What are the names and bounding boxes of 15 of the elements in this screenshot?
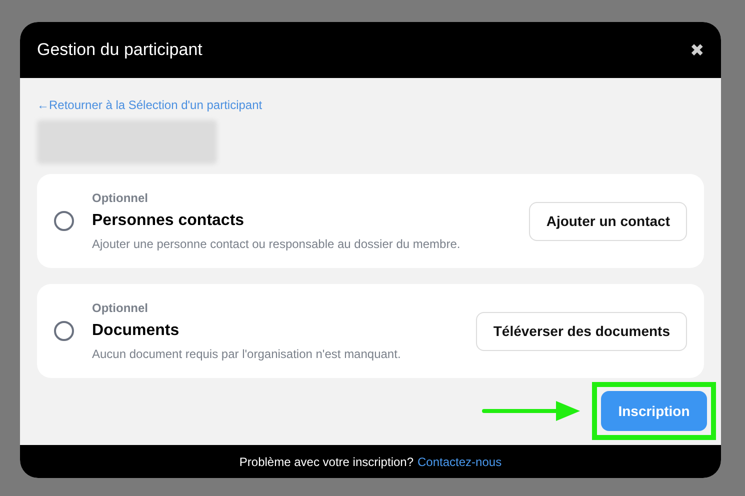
radio-button[interactable] — [54, 321, 74, 341]
task-description: Aucun document requis par l'organisation n'est manquant. — [92, 346, 402, 363]
dialog-title: Gestion du participant — [37, 39, 202, 62]
footer-text: Problème avec votre inscription? — [239, 454, 414, 470]
contact-link[interactable]: Contactez-nous — [418, 452, 502, 470]
arrow-icon — [482, 400, 582, 422]
task-title: Documents — [92, 321, 180, 341]
optional-tag: Optionnel — [92, 299, 476, 317]
task-title: Personnes contacts — [92, 211, 246, 231]
optional-tag: Optionnel — [92, 189, 530, 207]
task-description: Ajouter une personne contact ou responsable au dossier du membre. — [92, 236, 462, 253]
radio-button[interactable] — [54, 211, 74, 231]
close-button[interactable]: ✖ — [690, 42, 704, 58]
action-button[interactable]: Téléverser des documents — [476, 312, 687, 350]
action-button[interactable]: Ajouter un contact — [529, 202, 687, 240]
